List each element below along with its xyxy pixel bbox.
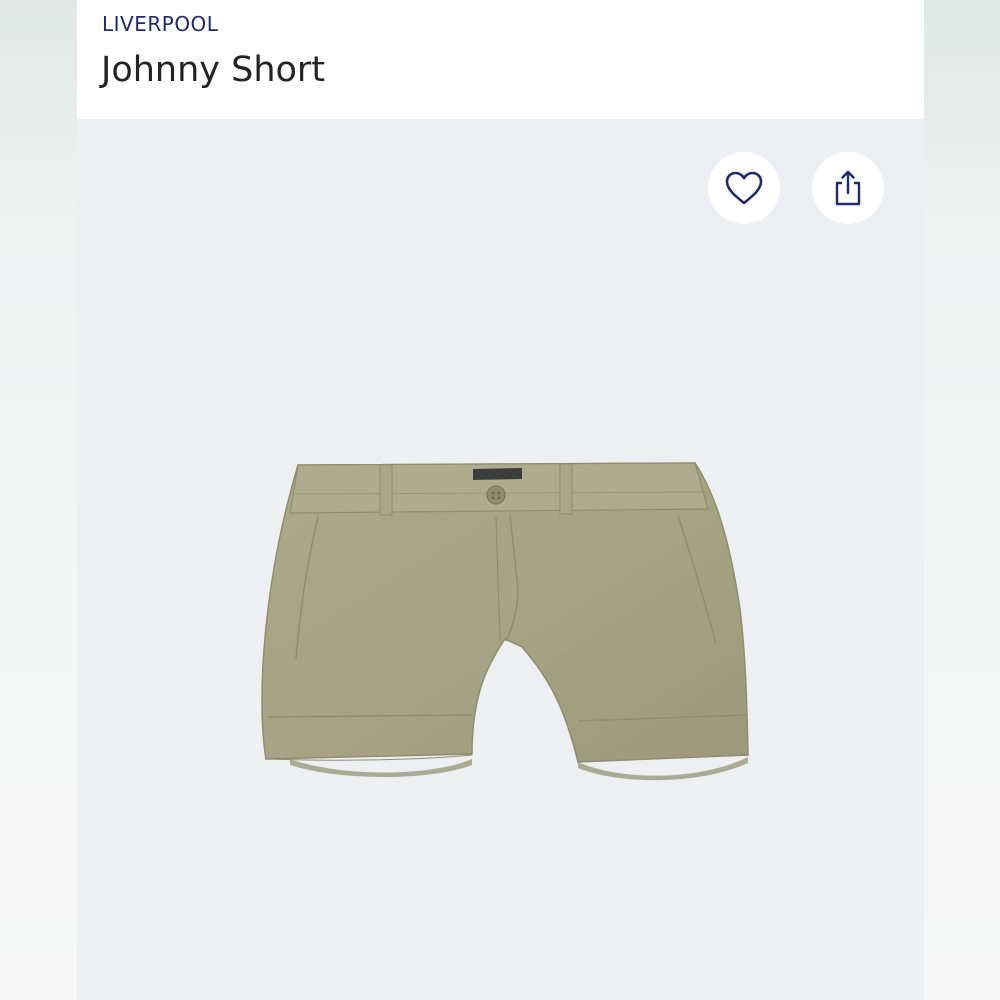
backdrop-left [0, 0, 77, 1000]
brand-link[interactable]: LIVERPOOL [102, 12, 218, 36]
product-header: LIVERPOOL Johnny Short [77, 0, 924, 119]
product-panel: LIVERPOOL Johnny Short [77, 0, 924, 1000]
product-title: Johnny Short [101, 50, 326, 90]
favorite-button[interactable] [708, 152, 780, 224]
product-image[interactable] [260, 459, 760, 839]
share-upload-icon [835, 170, 861, 206]
backdrop-right [924, 0, 1000, 1000]
share-button[interactable] [812, 152, 884, 224]
waist-button [486, 485, 506, 505]
heart-outline-icon [725, 171, 763, 205]
product-image-area [77, 119, 924, 1000]
